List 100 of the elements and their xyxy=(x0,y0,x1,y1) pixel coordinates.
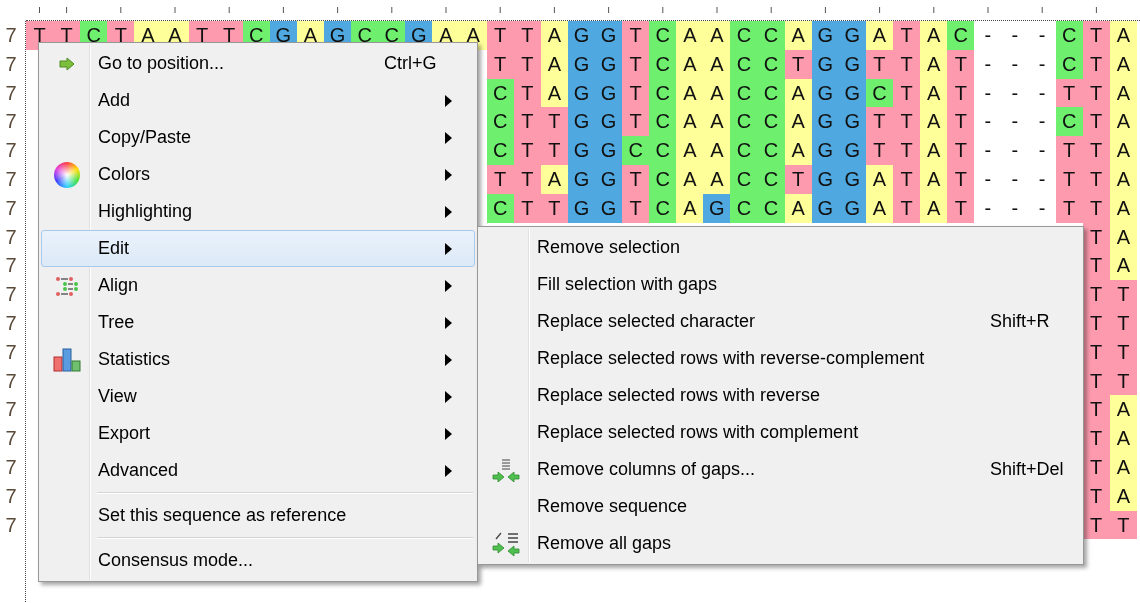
menu-item[interactable]: Replace selected rows with reverse xyxy=(480,377,1081,414)
nucleotide-cell: C xyxy=(1055,21,1083,50)
nucleotide-cell: C xyxy=(757,107,785,137)
nucleotide-cell: A xyxy=(1109,21,1137,50)
nucleotide-cell: T xyxy=(1082,136,1110,165)
sequence-number: 7 xyxy=(4,80,18,106)
nucleotide-cell: T xyxy=(622,49,650,79)
nucleotide-cell: T xyxy=(540,107,568,137)
nucleotide-cell: A xyxy=(1109,395,1137,425)
menu-item[interactable]: Fill selection with gaps xyxy=(480,266,1081,303)
nucleotide-cell: T xyxy=(947,136,975,165)
menu-item[interactable]: Highlighting xyxy=(41,193,475,230)
nucleotide-cell: C xyxy=(649,21,677,50)
nucleotide-cell: T xyxy=(486,49,514,79)
nucleotide-cell: G xyxy=(703,193,731,223)
nucleotide-cell: T xyxy=(1082,395,1110,425)
nucleotide-cell: T xyxy=(947,193,975,223)
menu-item[interactable]: Statistics xyxy=(41,341,475,378)
nucleotide-cell: A xyxy=(920,21,948,50)
nucleotide-cell: C xyxy=(947,21,975,50)
nucleotide-cell: G xyxy=(811,136,839,165)
menu-item[interactable]: Consensus mode... xyxy=(41,542,475,579)
menu-item[interactable]: Export xyxy=(41,415,475,452)
nucleotide-cell: T xyxy=(486,21,514,50)
nucleotide-cell: T xyxy=(865,136,893,165)
nucleotide-cell: G xyxy=(567,136,595,165)
sequence-number: 7 xyxy=(4,51,18,77)
sequence-number: 7 xyxy=(4,195,18,221)
shortcut-label: Shift+R xyxy=(990,311,1051,332)
sequence-number: 7 xyxy=(4,23,18,48)
nucleotide-cell: T xyxy=(947,78,975,108)
nucleotide-cell: C xyxy=(730,107,758,137)
nucleotide-cell: T xyxy=(1055,136,1083,165)
nucleotide-cell: A xyxy=(865,21,893,50)
menu-item[interactable]: Align xyxy=(41,267,475,304)
nucleotide-cell: T xyxy=(893,21,921,50)
nucleotide-cell: T xyxy=(622,193,650,223)
arrows-icon xyxy=(492,457,520,482)
nucleotide-cell: T xyxy=(947,49,975,79)
nucleotide-cell: A xyxy=(703,107,731,137)
sequence-number: 7 xyxy=(4,224,18,250)
nucleotide-cell: C xyxy=(730,78,758,108)
sequence-number: 7 xyxy=(4,483,18,509)
nucleotide-cell: T xyxy=(1082,424,1110,453)
menu-item[interactable]: Tree xyxy=(41,304,475,341)
menu-item[interactable]: Add xyxy=(41,82,475,119)
menu-item[interactable]: Remove selection xyxy=(480,229,1081,266)
menu-item[interactable]: Replace selected rows with reverse-complement xyxy=(480,340,1081,377)
nucleotide-cell: T xyxy=(1082,21,1110,50)
nucleotide-cell: G xyxy=(594,136,623,165)
nucleotide-cell: A xyxy=(1109,424,1137,453)
nucleotide-cell: T xyxy=(893,78,921,108)
bar-chart-icon xyxy=(53,347,81,372)
menu-item[interactable]: Set this sequence as reference xyxy=(41,497,475,534)
nucleotide-cell: A xyxy=(1109,251,1137,281)
nucleotide-cell: T xyxy=(893,107,921,137)
menu-item[interactable]: Edit xyxy=(41,230,475,267)
nucleotide-cell: T xyxy=(622,21,650,50)
menu-item[interactable]: Replace selected rows with complement xyxy=(480,414,1081,451)
nucleotide-cell: T xyxy=(893,49,921,79)
sequence-number: 7 xyxy=(4,397,18,423)
nucleotide-cell: G xyxy=(838,21,866,50)
nucleotide-cell: A xyxy=(784,136,812,165)
nucleotide-cell: A xyxy=(676,193,704,223)
nucleotide-cell: A xyxy=(676,49,704,79)
sequence-number: 7 xyxy=(4,310,18,336)
nucleotide-cell: A xyxy=(920,193,948,223)
nucleotide-cell: C xyxy=(1055,107,1083,137)
menu-item[interactable]: Replace selected character Shift+R xyxy=(480,303,1081,340)
nucleotide-cell: C xyxy=(757,136,785,165)
nucleotide-cell: T xyxy=(540,136,568,165)
menu-item[interactable]: Remove sequence xyxy=(480,488,1081,525)
sequence-number: 7 xyxy=(4,282,18,308)
nucleotide-cell: A xyxy=(920,49,948,79)
sequence-number: 7 xyxy=(4,368,18,394)
nucleotide-cell: A xyxy=(676,78,704,108)
nucleotide-cell: A xyxy=(1109,136,1137,165)
menu-item[interactable]: View xyxy=(41,378,475,415)
nucleotide-cell: A xyxy=(920,136,948,165)
menu-item[interactable]: Remove columns of gaps... Shift+Del xyxy=(480,451,1081,488)
nucleotide-cell: T xyxy=(893,136,921,165)
nucleotide-cell: C xyxy=(649,165,677,194)
nucleotide-cell: A xyxy=(1109,107,1137,137)
nucleotide-cell: A xyxy=(703,49,731,79)
arrow-icon xyxy=(59,56,75,71)
menu-item[interactable]: Colors xyxy=(41,156,475,193)
nucleotide-cell: C xyxy=(730,165,758,194)
nucleotide-cell: C xyxy=(486,107,514,137)
nucleotide-cell: T xyxy=(1082,280,1110,309)
nucleotide-cell: A xyxy=(920,165,948,194)
align-icon xyxy=(55,275,79,296)
color-wheel-icon xyxy=(54,161,80,188)
nucleotide-cell: T xyxy=(513,21,541,50)
nucleotide-cell: C xyxy=(730,21,758,50)
nucleotide-cell: A xyxy=(920,107,948,137)
menu-item[interactable]: Copy/Paste xyxy=(41,119,475,156)
sequence-number: 7 xyxy=(4,109,18,135)
nucleotide-cell: T xyxy=(1109,280,1137,309)
menu-item[interactable]: Remove all gaps xyxy=(480,525,1081,562)
menu-item[interactable]: Advanced xyxy=(41,452,475,489)
